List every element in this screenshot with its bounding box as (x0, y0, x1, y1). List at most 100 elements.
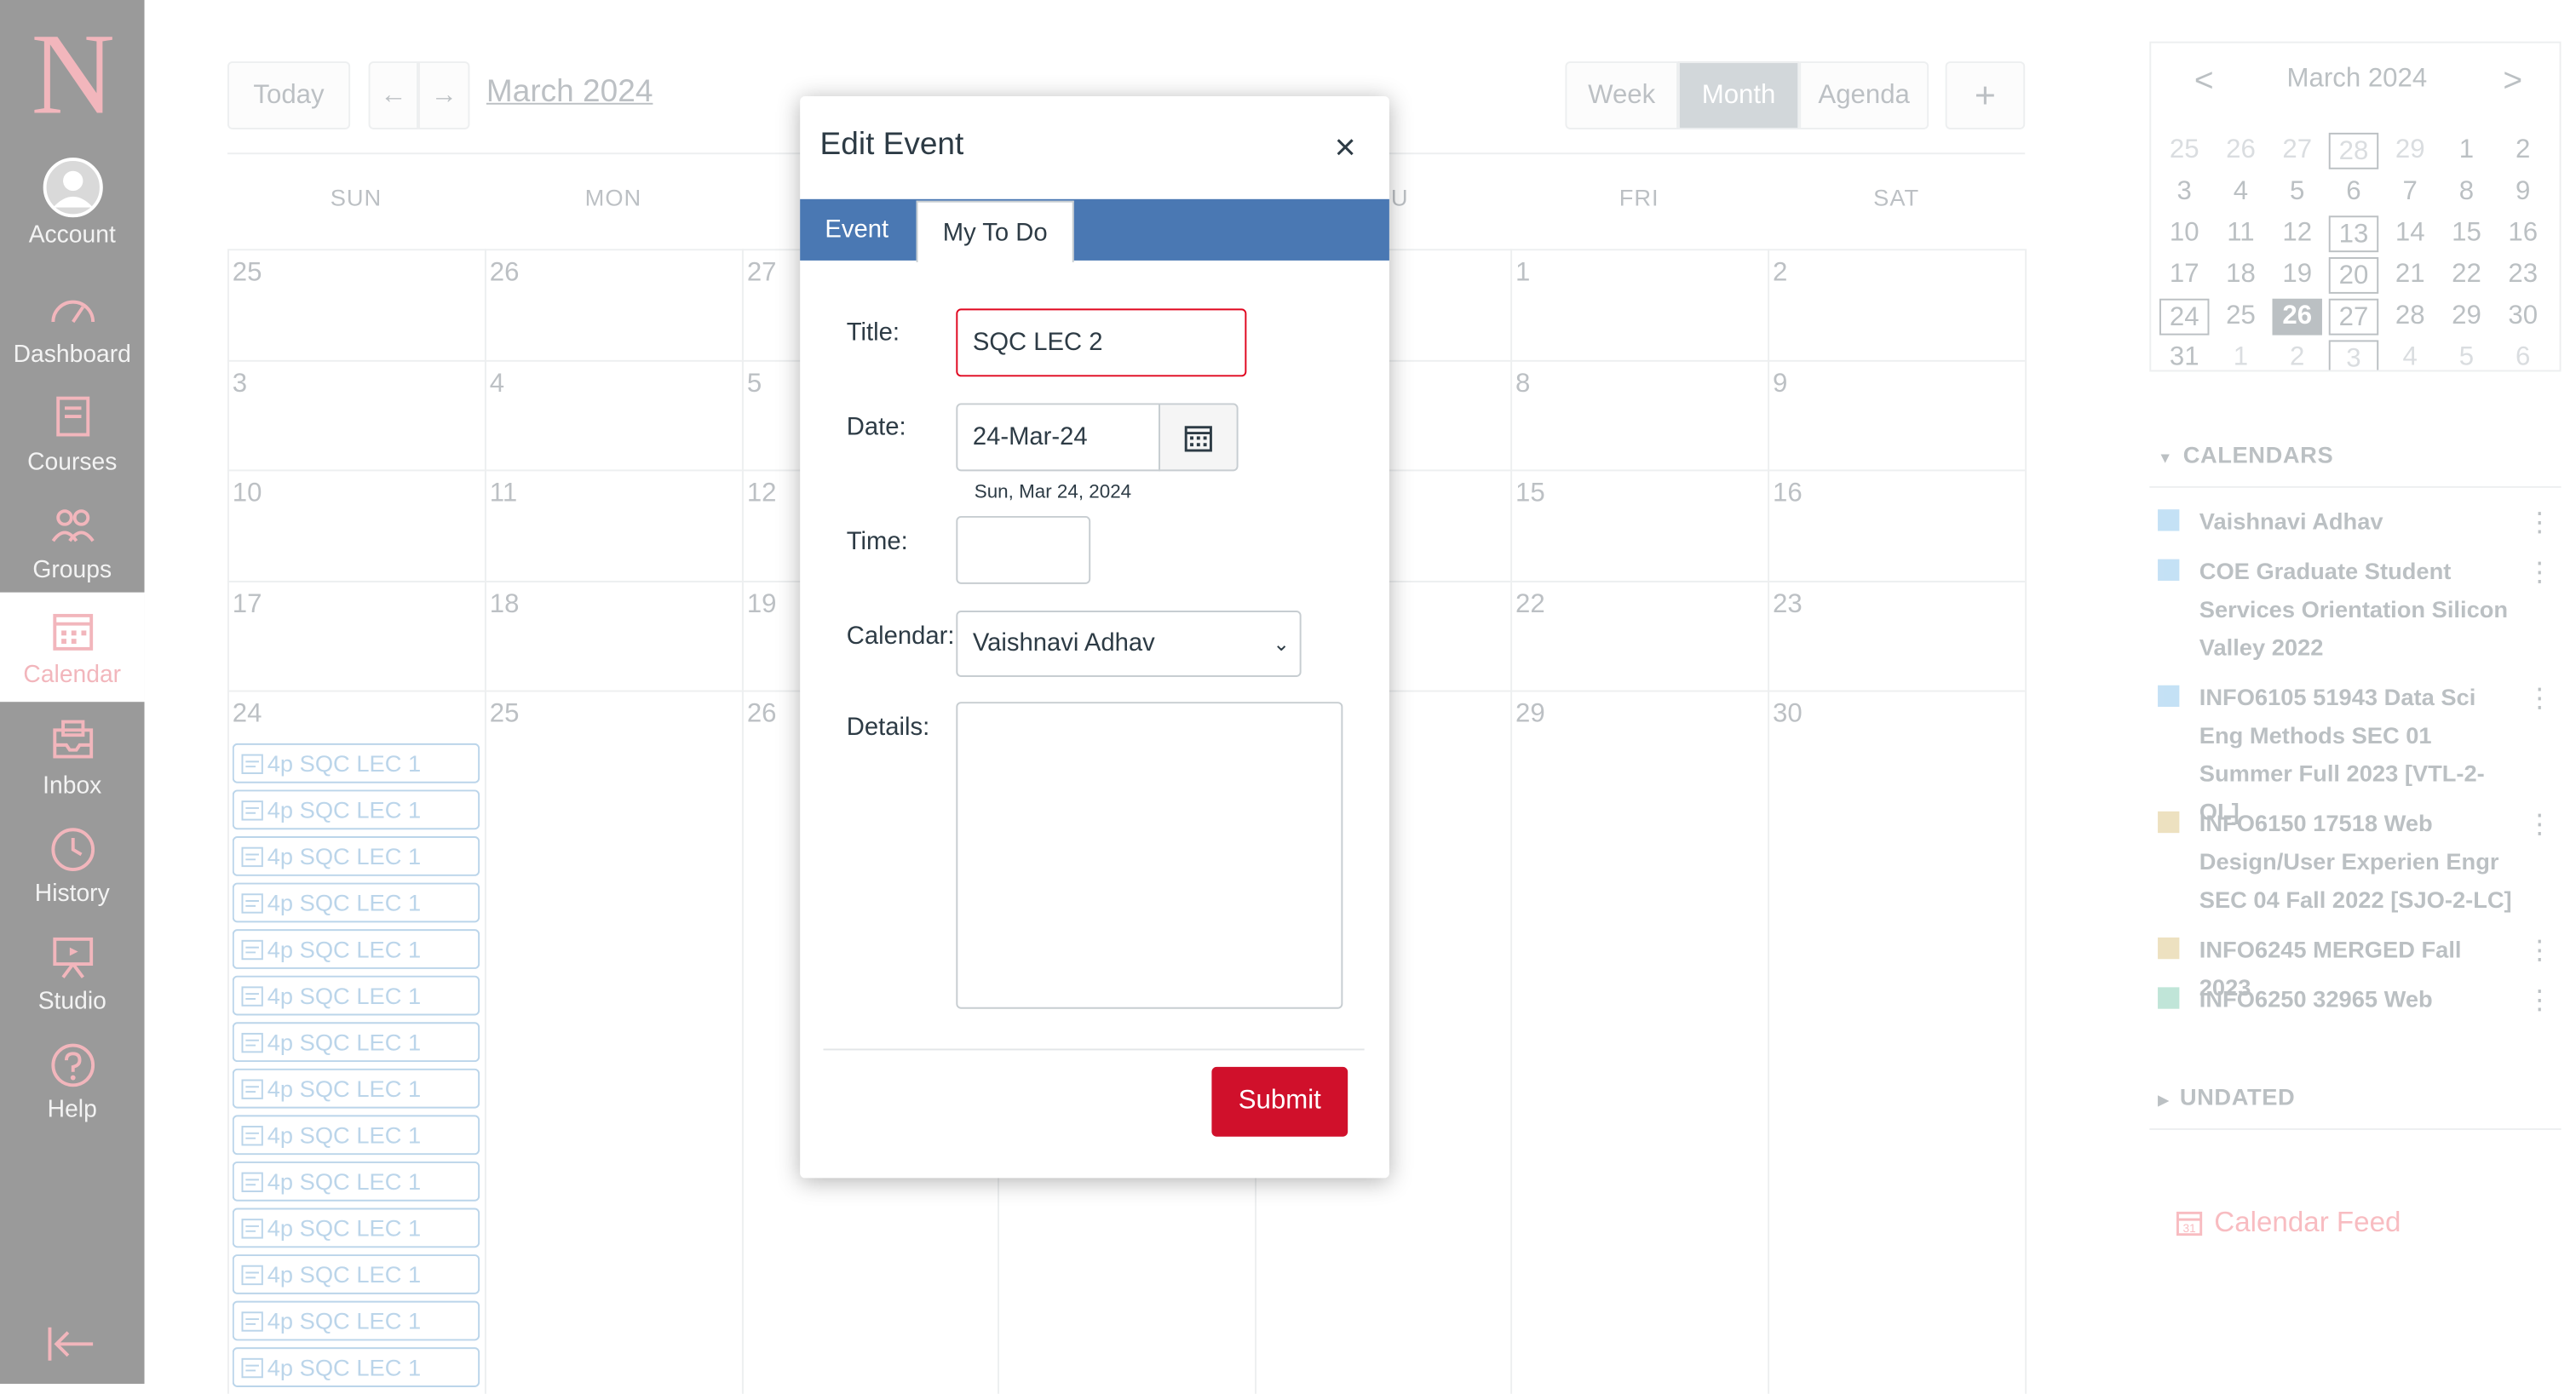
day-number[interactable]: 26 (490, 259, 520, 289)
day-number[interactable]: 25 (490, 700, 520, 730)
day-number[interactable]: 1 (1515, 259, 1530, 289)
mini-calendar-day[interactable]: 19 (2272, 257, 2321, 294)
calendar-feed-link[interactable]: 31 Calendar Feed (2175, 1207, 2401, 1240)
mini-calendar-day[interactable]: 12 (2272, 215, 2321, 252)
mini-next-icon[interactable]: > (2503, 63, 2522, 101)
mini-calendar-day[interactable]: 4 (2385, 340, 2435, 370)
calendar-color-swatch[interactable] (2158, 509, 2180, 531)
day-number[interactable]: 29 (1515, 700, 1545, 730)
mini-calendar-day[interactable]: 29 (2385, 133, 2435, 169)
day-number[interactable]: 4 (490, 370, 504, 400)
mini-calendar-day[interactable]: 5 (2272, 175, 2321, 211)
calendar-event[interactable]: 4p SQC LEC 1 (232, 836, 480, 876)
calendar-event[interactable]: 4p SQC LEC 1 (232, 1208, 480, 1248)
mini-calendar-day[interactable]: 16 (2498, 215, 2547, 252)
mini-calendar-day[interactable]: 17 (2159, 257, 2209, 294)
day-number[interactable]: 25 (233, 259, 262, 289)
calendar-event[interactable]: 4p SQC LEC 1 (232, 1068, 480, 1109)
mini-calendar-day[interactable]: 3 (2159, 175, 2209, 211)
prev-month-button[interactable]: ← (368, 61, 419, 129)
calendar-event[interactable]: 4p SQC LEC 1 (232, 1300, 480, 1341)
mini-calendar-day[interactable]: 21 (2385, 257, 2435, 294)
kebab-menu-icon[interactable]: ⋮ (2527, 682, 2553, 715)
calendar-event[interactable]: 4p SQC LEC 1 (232, 975, 480, 1016)
calendar-color-swatch[interactable] (2158, 559, 2180, 581)
day-number[interactable]: 23 (1773, 591, 1803, 621)
kebab-menu-icon[interactable]: ⋮ (2527, 556, 2553, 589)
day-number[interactable]: 30 (1773, 700, 1803, 730)
mini-calendar-day[interactable]: 6 (2329, 175, 2378, 211)
collapse-nav-icon[interactable] (47, 1322, 96, 1366)
calendar-color-swatch[interactable] (2158, 937, 2180, 960)
calendar-event[interactable]: 4p SQC LEC 1 (232, 929, 480, 969)
mini-calendar-day[interactable]: 28 (2385, 299, 2435, 336)
day-number[interactable]: 9 (1773, 370, 1787, 400)
kebab-menu-icon[interactable]: ⋮ (2527, 506, 2553, 539)
calendar-event[interactable]: 4p SQC LEC 1 (232, 1254, 480, 1294)
mini-calendar-day[interactable]: 9 (2498, 175, 2547, 211)
mini-calendar-day[interactable]: 3 (2328, 340, 2379, 370)
mini-calendar-day[interactable]: 25 (2159, 133, 2209, 169)
calendar-event[interactable]: 4p SQC LEC 1 (232, 882, 480, 923)
day-number[interactable]: 3 (233, 370, 247, 400)
day-number[interactable]: 5 (747, 370, 762, 400)
mini-calendar-day[interactable]: 26 (2272, 298, 2322, 336)
mini-calendar-day[interactable]: 20 (2328, 257, 2379, 294)
day-number[interactable]: 27 (747, 259, 777, 289)
day-number[interactable]: 12 (747, 479, 777, 509)
day-number[interactable]: 11 (490, 479, 517, 509)
nav-calendar[interactable]: Calendar (0, 592, 145, 703)
calendar-select[interactable]: Vaishnavi Adhav ⌄ (956, 611, 1302, 677)
calendar-event[interactable]: 4p SQC LEC 1 (232, 1161, 480, 1202)
day-number[interactable]: 10 (233, 479, 262, 509)
mini-calendar-day[interactable]: 5 (2441, 340, 2491, 370)
mini-calendar-day[interactable]: 2 (2498, 133, 2547, 169)
mini-calendar-day[interactable]: 11 (2216, 215, 2265, 252)
calendar-event[interactable]: 4p SQC LEC 1 (232, 1115, 480, 1156)
date-input[interactable] (956, 403, 1161, 472)
mini-calendar-day[interactable]: 30 (2498, 299, 2547, 336)
next-month-button[interactable]: → (418, 61, 470, 129)
mini-calendar-day[interactable]: 7 (2385, 175, 2435, 211)
kebab-menu-icon[interactable]: ⋮ (2527, 808, 2553, 841)
calendar-color-swatch[interactable] (2158, 685, 2180, 708)
month-title[interactable]: March 2024 (486, 75, 653, 112)
calendar-color-swatch[interactable] (2158, 811, 2180, 834)
mini-calendar-day[interactable]: 8 (2441, 175, 2491, 211)
view-agenda-button[interactable]: Agenda (1799, 61, 1929, 129)
undated-heading[interactable]: ▶ UNDATED (2158, 1083, 2295, 1110)
details-textarea[interactable] (956, 702, 1343, 1009)
title-input[interactable] (956, 308, 1247, 377)
nav-inbox[interactable]: Inbox (0, 717, 145, 825)
day-number[interactable]: 19 (747, 591, 777, 621)
submit-button[interactable]: Submit (1211, 1066, 1348, 1137)
mini-calendar-day[interactable]: 1 (2441, 133, 2491, 169)
view-month-button[interactable]: Month (1677, 61, 1800, 129)
mini-calendar-day[interactable]: 10 (2159, 215, 2209, 252)
kebab-menu-icon[interactable]: ⋮ (2527, 984, 2553, 1017)
day-number[interactable]: 8 (1515, 370, 1530, 400)
day-number[interactable]: 18 (490, 591, 520, 621)
calendar-event[interactable]: 4p SQC LEC 1 (232, 1022, 480, 1063)
tab-my-to-do[interactable]: My To Do (916, 200, 1074, 262)
mini-calendar-day[interactable]: 2 (2272, 340, 2321, 370)
mini-calendar-day[interactable]: 15 (2441, 215, 2491, 252)
day-number[interactable]: 26 (747, 700, 777, 730)
calendar-event[interactable]: 4p SQC LEC 1 (232, 789, 480, 830)
day-number[interactable]: 22 (1515, 591, 1545, 621)
nav-courses[interactable]: Courses (0, 393, 145, 502)
mini-calendar-day[interactable]: 14 (2385, 215, 2435, 252)
mini-calendar-day[interactable]: 28 (2328, 132, 2379, 169)
nav-history[interactable]: History (0, 824, 145, 932)
mini-calendar-day[interactable]: 4 (2216, 175, 2265, 211)
date-picker-button[interactable] (1159, 403, 1239, 472)
mini-calendar-day[interactable]: 22 (2441, 257, 2491, 294)
nav-studio[interactable]: Studio (0, 932, 145, 1041)
mini-calendar-day[interactable]: 26 (2216, 133, 2265, 169)
calendars-heading[interactable]: ▼ CALENDARS (2158, 441, 2333, 468)
nav-help[interactable]: Help (0, 1041, 145, 1149)
mini-calendar-day[interactable]: 13 (2328, 215, 2379, 253)
mini-calendar-day[interactable]: 6 (2498, 340, 2547, 370)
today-button[interactable]: Today (227, 61, 351, 129)
mini-calendar-day[interactable]: 27 (2272, 133, 2321, 169)
